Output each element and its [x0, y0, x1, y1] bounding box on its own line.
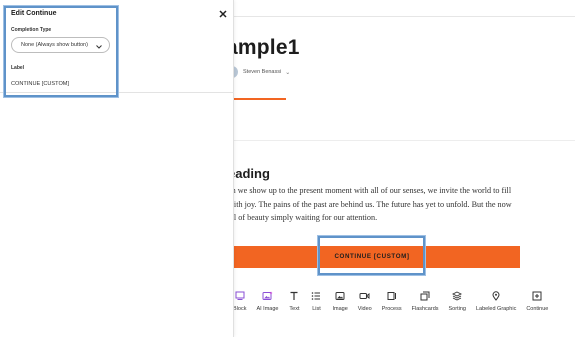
- toolbar-label: Labeled Graphic: [475, 306, 517, 312]
- author-name: Steven Benassi: [243, 69, 282, 75]
- list-icon: [310, 290, 322, 302]
- section-divider: [234, 140, 575, 141]
- toolbar-label: List: [312, 306, 321, 312]
- text-icon: [288, 290, 300, 302]
- toolbar-video-button[interactable]: Video: [353, 290, 377, 312]
- toolbar-label: Continue: [526, 306, 549, 312]
- process-icon: [386, 290, 398, 302]
- body-line: all of beauty simply waiting for our att…: [228, 213, 378, 222]
- top-divider: [234, 16, 575, 17]
- video-icon: [359, 290, 371, 302]
- toolbar-label: AI Image: [256, 306, 279, 312]
- continue-icon: [531, 290, 543, 302]
- image-icon: [334, 290, 346, 302]
- lesson-title[interactable]: ample1: [226, 36, 300, 60]
- toolbar-label: Video: [357, 306, 372, 312]
- labeled-graphic-icon: [490, 290, 502, 302]
- close-icon: [219, 5, 227, 23]
- toolbar-label: Flashcards: [411, 306, 439, 312]
- close-panel-button[interactable]: [217, 8, 229, 20]
- block-icon: [234, 290, 246, 302]
- chevron-down-icon: ⌄: [285, 69, 291, 76]
- toolbar-continue-button[interactable]: Continue: [521, 290, 553, 312]
- block-heading[interactable]: eading: [228, 166, 270, 181]
- toolbar-ai-image-button[interactable]: AI Image: [251, 290, 283, 312]
- edit-continue-panel: Edit Continue Completion Type None (Alwa…: [0, 0, 234, 337]
- sorting-icon: [451, 290, 463, 302]
- toolbar-label: Sorting: [448, 306, 466, 312]
- toolbar-text-button[interactable]: Text: [283, 290, 305, 312]
- block-body-text[interactable]: en we show up to the present moment with…: [228, 184, 528, 225]
- toolbar-label: Process: [381, 306, 402, 312]
- title-accent-line: [226, 98, 286, 100]
- toolbar-list-button[interactable]: List: [305, 290, 327, 312]
- body-line: en we show up to the present moment with…: [228, 186, 512, 195]
- author-selector[interactable]: Steven Benassi ⌄: [226, 66, 290, 78]
- toolbar-sorting-button[interactable]: Sorting: [444, 290, 471, 312]
- block-toolbar: Block AI Image Text List Image Video Pro…: [228, 290, 553, 326]
- toolbar-process-button[interactable]: Process: [377, 290, 407, 312]
- flashcards-icon: [419, 290, 431, 302]
- toolbar-image-button[interactable]: Image: [327, 290, 352, 312]
- toolbar-labeled-graphic-button[interactable]: Labeled Graphic: [471, 290, 521, 312]
- continue-selection-highlight: [318, 236, 425, 275]
- toolbar-flashcards-button[interactable]: Flashcards: [407, 290, 444, 312]
- toolbar-label: Text: [289, 306, 300, 312]
- panel-selection-highlight: [4, 6, 118, 97]
- ai-image-icon: [261, 290, 273, 302]
- toolbar-label: Image: [332, 306, 348, 312]
- toolbar-label: Block: [233, 306, 247, 312]
- body-line: with joy. The pains of the past are behi…: [228, 199, 512, 209]
